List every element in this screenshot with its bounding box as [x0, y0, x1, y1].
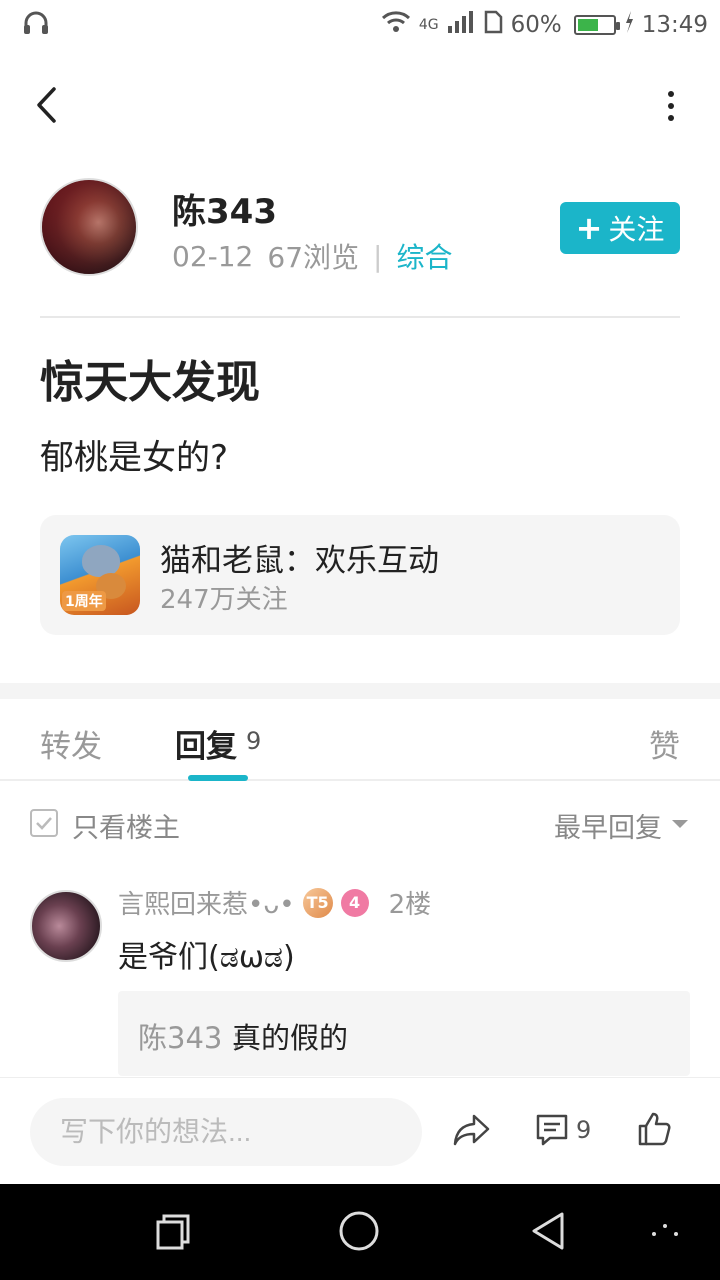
back-triangle-icon [532, 1212, 564, 1250]
share-icon [453, 1114, 490, 1146]
plus-icon: + [575, 209, 603, 247]
post-title: 惊天大发现 [40, 357, 260, 408]
battery-fill [577, 19, 599, 31]
tab-like[interactable]: 赞 [649, 721, 680, 766]
caret-down-icon [672, 820, 688, 828]
post-meta: 02-12 67浏览 | 综合 [172, 236, 452, 276]
status-bar: 4G 60% 13:49 [0, 0, 720, 50]
follow-label: 关注 [608, 213, 665, 246]
post-date: 02-12 [172, 239, 254, 273]
more-options-button[interactable] [656, 84, 686, 128]
assistant-button[interactable] [650, 1222, 680, 1246]
post-body: 郁桃是女的? [40, 438, 229, 478]
comment-text: 是爷们(ಡωಡ) [118, 940, 295, 975]
thumbs-up-icon [638, 1112, 671, 1146]
rank-badge: 4 [340, 888, 369, 917]
clock: 13:49 [641, 12, 708, 38]
meta-separator: | [373, 239, 383, 273]
game-name: 猫和老鼠：欢乐互动 [160, 543, 439, 579]
comment-input[interactable] [30, 1098, 422, 1166]
comment-button[interactable]: 9 [534, 1112, 591, 1148]
follow-button[interactable]: + 关注 [560, 202, 680, 254]
headphones-icon [22, 10, 50, 42]
comment-item: 言熙回来惹•ᴗ• T5 4 2楼 是爷们(ಡωಡ) 陈343 : 真的假的 [0, 876, 720, 1076]
commenter-info: 言熙回来惹•ᴗ• T5 4 2楼 [118, 884, 431, 921]
game-followers: 247万关注 [160, 585, 288, 615]
more-dot-icon [668, 115, 674, 121]
charging-icon [624, 10, 634, 40]
battery-percent: 60% [510, 12, 562, 38]
anniversary-badge: 1周年 [62, 591, 106, 611]
only-op-checkbox[interactable] [30, 809, 58, 837]
only-op-label[interactable]: 只看楼主 [72, 806, 180, 845]
system-back-button[interactable] [528, 1210, 568, 1252]
status-icons: 4G 60% 13:49 [381, 10, 708, 40]
chevron-left-icon [37, 87, 56, 123]
reply-count: 9 [246, 727, 262, 755]
tab-reply[interactable]: 回复 [175, 721, 237, 766]
bottom-action-bar: 9 [0, 1077, 720, 1184]
home-button[interactable] [338, 1210, 380, 1252]
game-icon: 1周年 [60, 535, 140, 615]
author-avatar[interactable] [40, 178, 138, 276]
wifi-icon [381, 10, 411, 40]
author-section: 陈343 02-12 67浏览 | 综合 + 关注 [40, 178, 680, 278]
signal-icon [447, 10, 475, 40]
more-dot-icon [668, 103, 674, 109]
comment-icon [536, 1114, 568, 1146]
home-circle-icon [339, 1211, 379, 1251]
quoted-reply[interactable]: 陈343 : 真的假的 [118, 991, 690, 1076]
game-card[interactable]: 1周年 猫和老鼠：欢乐互动 247万关注 [40, 515, 680, 635]
divider [40, 316, 680, 318]
tab-repost[interactable]: 转发 [40, 721, 102, 766]
quote-text: 真的假的 [232, 1021, 349, 1055]
filter-row: 只看楼主 最早回复 [0, 790, 720, 856]
like-button[interactable] [636, 1110, 676, 1150]
sort-dropdown[interactable]: 最早回复 [554, 806, 662, 845]
cat-face-icon [82, 545, 120, 577]
more-dot-icon [668, 91, 674, 97]
section-separator [0, 683, 720, 699]
recent-apps-button[interactable] [156, 1214, 190, 1250]
sim-icon [483, 10, 503, 40]
floor-number: 2楼 [388, 890, 432, 920]
tab-bar: 转发 回复 9 赞 [0, 699, 720, 781]
quote-author: 陈343 : [138, 1021, 242, 1055]
top-nav [0, 70, 720, 140]
network-type: 4G [418, 17, 439, 33]
commenter-name[interactable]: 言熙回来惹•ᴗ• [118, 884, 295, 921]
battery-icon [573, 15, 620, 35]
system-nav-bar [0, 1184, 720, 1280]
back-button[interactable] [24, 80, 68, 130]
recent-apps-icon [156, 1214, 190, 1250]
tab-indicator [188, 775, 248, 781]
commenter-avatar[interactable] [30, 890, 102, 962]
level-badge: T5 [302, 887, 333, 918]
view-count: 67浏览 [267, 241, 360, 274]
share-button[interactable] [452, 1112, 492, 1152]
dots-icon [652, 1224, 678, 1236]
author-name[interactable]: 陈343 [172, 184, 277, 233]
comment-count: 9 [576, 1116, 592, 1144]
category-link[interactable]: 综合 [396, 236, 452, 276]
check-icon [36, 817, 52, 830]
